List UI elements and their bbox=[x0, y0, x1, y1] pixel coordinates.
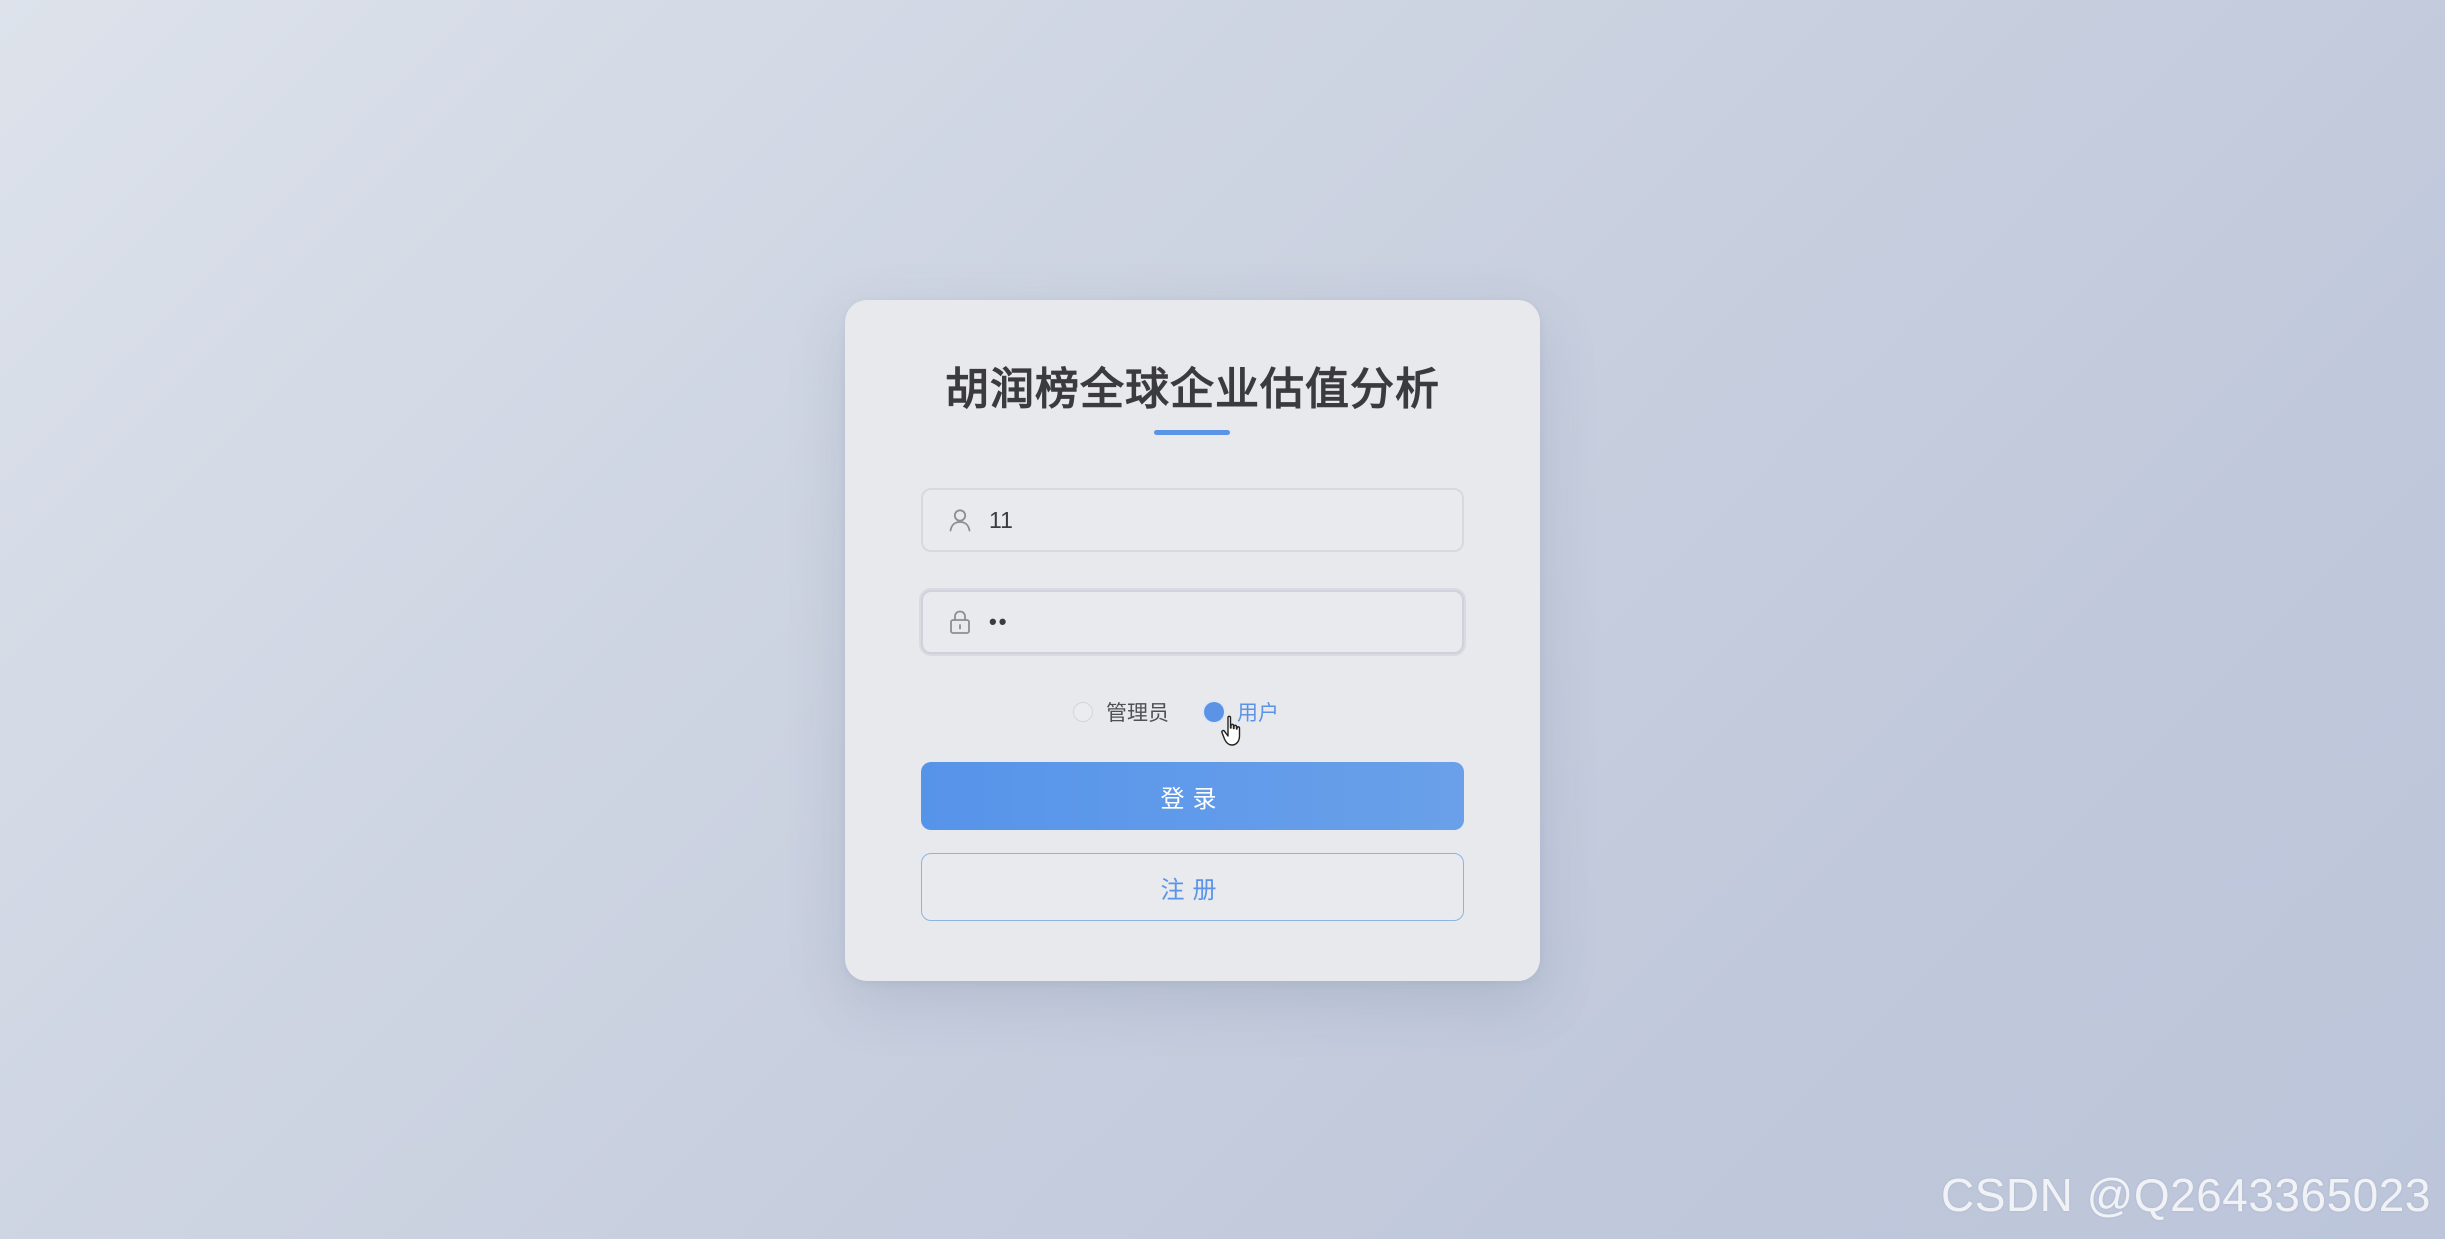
page-title: 胡润榜全球企业估值分析 bbox=[945, 364, 1440, 415]
register-button[interactable]: 注册 bbox=[921, 853, 1464, 921]
username-field[interactable]: 11 bbox=[921, 488, 1464, 552]
username-input[interactable]: 11 bbox=[989, 507, 1013, 534]
login-button[interactable]: 登录 bbox=[921, 762, 1464, 830]
role-radio-admin[interactable]: 管理员 bbox=[1073, 696, 1169, 728]
radio-unchecked-icon[interactable] bbox=[1073, 702, 1093, 722]
lock-icon bbox=[943, 605, 977, 639]
title-underline bbox=[1154, 430, 1230, 435]
login-card: 胡润榜全球企业估值分析 11 •• 管理员 用户 登录 注册 bbox=[845, 300, 1540, 981]
role-selector: 管理员 用户 bbox=[845, 696, 1540, 728]
watermark: CSDN @Q2643365023 bbox=[1941, 1169, 2431, 1221]
password-field[interactable]: •• bbox=[921, 590, 1464, 654]
role-label-user[interactable]: 用户 bbox=[1237, 697, 1279, 727]
password-input[interactable]: •• bbox=[989, 609, 1008, 635]
role-label-admin[interactable]: 管理员 bbox=[1106, 697, 1169, 727]
radio-checked-icon[interactable] bbox=[1204, 702, 1224, 722]
role-radio-user[interactable]: 用户 bbox=[1204, 696, 1279, 728]
user-icon bbox=[943, 503, 977, 537]
